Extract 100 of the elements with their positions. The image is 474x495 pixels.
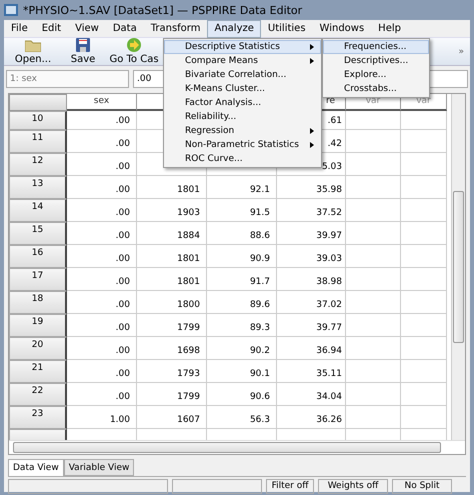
app-icon — [4, 4, 18, 16]
table-cell: 1607 — [137, 406, 207, 429]
row-number[interactable]: 21 — [9, 360, 67, 383]
table-cell: 1801 — [137, 245, 207, 268]
table-cell — [346, 268, 401, 291]
table-cell: .00 — [67, 337, 137, 360]
menu-item[interactable]: Help — [371, 20, 408, 38]
menu-option[interactable]: K-Means Cluster... — [164, 82, 321, 96]
toolbar-button[interactable]: Save — [62, 38, 104, 65]
menu-option[interactable]: Factor Analysis... — [164, 96, 321, 110]
status-panel: No Split — [392, 479, 452, 494]
table-cell — [346, 245, 401, 268]
table-cell — [401, 153, 447, 176]
row-number[interactable]: 13 — [9, 176, 67, 199]
floppy-icon — [76, 38, 90, 52]
table-cell — [401, 222, 447, 245]
vertical-scrollbar[interactable] — [451, 94, 465, 440]
table-cell — [401, 130, 447, 153]
menu-option[interactable]: Compare Means — [164, 54, 321, 68]
table-cell — [401, 268, 447, 291]
menu-option[interactable]: Crosstabs... — [323, 82, 429, 96]
table-cell: .00 — [67, 245, 137, 268]
table-cell: 90.1 — [207, 360, 277, 383]
table-cell: 91.7 — [207, 268, 277, 291]
table-cell: 56.3 — [207, 406, 277, 429]
table-cell: 36.94 — [277, 337, 346, 360]
table-cell: 90.9 — [207, 245, 277, 268]
table-cell: 91.5 — [207, 199, 277, 222]
menu-item[interactable]: Edit — [34, 20, 68, 38]
row-number[interactable]: 22 — [9, 383, 67, 406]
table-cell: 88.6 — [207, 222, 277, 245]
window-title: *PHYSIO~1.SAV [DataSet1] — PSPPIRE Data Editor — [23, 4, 302, 16]
table-cell: 34.04 — [277, 383, 346, 406]
table-cell — [401, 176, 447, 199]
menu-option[interactable]: Descriptives... — [323, 54, 429, 68]
table-cell — [401, 199, 447, 222]
table-cell — [346, 111, 401, 130]
table-cell — [401, 406, 447, 429]
table-cell: 37.52 — [277, 199, 346, 222]
table-cell — [346, 222, 401, 245]
menu-option[interactable]: Frequencies... — [323, 40, 429, 54]
menu-option[interactable]: Descriptive Statistics — [164, 40, 321, 54]
menu-item[interactable]: Transform — [144, 20, 208, 38]
toolbar-button[interactable]: Go To Cas — [104, 38, 164, 65]
select-all-button[interactable] — [9, 94, 67, 111]
table-cell — [346, 337, 401, 360]
menu-item[interactable]: Analyze — [207, 20, 261, 38]
table-cell: .00 — [67, 130, 137, 153]
horizontal-scrollbar[interactable] — [9, 440, 465, 454]
tab[interactable]: Data View — [8, 459, 64, 476]
table-cell: 1799 — [137, 383, 207, 406]
row-number[interactable]: 23 — [9, 406, 67, 429]
row-number[interactable]: 11 — [9, 130, 67, 153]
table-cell: 39.03 — [277, 245, 346, 268]
table-cell: 1801 — [137, 268, 207, 291]
table-cell: .00 — [67, 383, 137, 406]
table-cell: 39.97 — [277, 222, 346, 245]
menu-item[interactable]: View — [68, 20, 106, 38]
menu-item[interactable]: Windows — [312, 20, 372, 38]
table-cell: 90.2 — [207, 337, 277, 360]
row-number[interactable]: 17 — [9, 268, 67, 291]
column-header[interactable]: sex — [67, 94, 137, 111]
row-number[interactable]: 14 — [9, 199, 67, 222]
menu-option[interactable]: Explore... — [323, 68, 429, 82]
row-number[interactable]: 20 — [9, 337, 67, 360]
table-cell: 1801 — [137, 176, 207, 199]
table-cell — [401, 111, 447, 130]
table-cell: .00 — [67, 199, 137, 222]
table-cell — [401, 245, 447, 268]
status-panel: Weights off — [318, 479, 388, 494]
table-cell: 89.6 — [207, 291, 277, 314]
table-cell: .00 — [67, 291, 137, 314]
table-cell — [346, 153, 401, 176]
table-cell — [401, 383, 447, 406]
table-cell: 1793 — [137, 360, 207, 383]
menu-option[interactable]: Bivariate Correlation... — [164, 68, 321, 82]
table-cell — [401, 291, 447, 314]
row-number[interactable]: 16 — [9, 245, 67, 268]
table-cell — [346, 314, 401, 337]
table-cell: 1799 — [137, 314, 207, 337]
row-number[interactable]: 19 — [9, 314, 67, 337]
table-cell: .00 — [67, 268, 137, 291]
row-number[interactable]: 18 — [9, 291, 67, 314]
table-cell: 1.00 — [67, 406, 137, 429]
table-cell — [401, 314, 447, 337]
menu-item[interactable]: File — [4, 20, 35, 38]
table-cell: 1800 — [137, 291, 207, 314]
menu-item[interactable]: Data — [106, 20, 144, 38]
menu-item[interactable]: Utilities — [260, 20, 313, 38]
table-cell: 36.26 — [277, 406, 346, 429]
row-number[interactable]: 10 — [9, 111, 67, 130]
row-number[interactable]: 15 — [9, 222, 67, 245]
row-number[interactable]: 12 — [9, 153, 67, 176]
table-cell — [346, 291, 401, 314]
table-cell — [401, 360, 447, 383]
table-cell: .00 — [67, 360, 137, 383]
tab[interactable]: Variable View — [64, 459, 134, 476]
table-cell — [346, 383, 401, 406]
toolbar-button[interactable]: Open... — [4, 38, 62, 65]
overflow-button[interactable]: » — [458, 46, 464, 56]
